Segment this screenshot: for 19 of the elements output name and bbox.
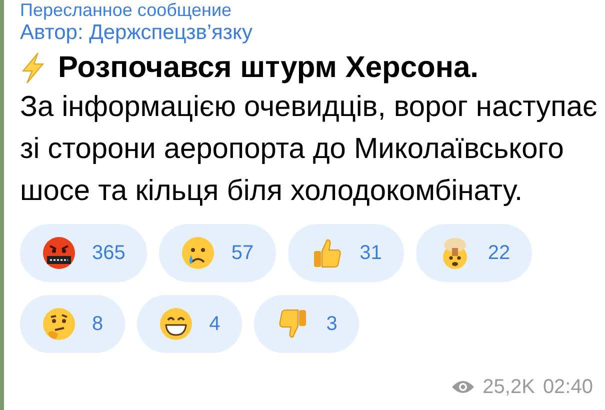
forwarded-label: Пересланное сообщение bbox=[20, 0, 232, 20]
message-title: Розпочався штурм Херсона. bbox=[58, 50, 478, 86]
reaction-chip[interactable]: 31 bbox=[288, 224, 404, 282]
reaction-chip[interactable]: 3 bbox=[254, 295, 360, 353]
thinking-face-icon bbox=[42, 307, 76, 341]
grinning-face-icon bbox=[159, 307, 194, 341]
lightning-icon bbox=[20, 52, 46, 84]
author-link[interactable]: Автор: Держспецзв’язку bbox=[20, 20, 252, 46]
eye-icon bbox=[450, 379, 475, 395]
message-time: 02:40 bbox=[542, 375, 593, 400]
reaction-chip[interactable]: 22 bbox=[416, 224, 532, 282]
reaction-chip[interactable]: 4 bbox=[137, 295, 242, 353]
message-text: За інформацією очевидців, ворог наступає зі сторони аеропорта до Миколаївського шосе та кільця біля холодокомбінату. bbox=[20, 90, 598, 209]
reaction-chip[interactable]: 8 bbox=[20, 295, 126, 353]
reaction-chip[interactable]: 365 bbox=[20, 224, 148, 282]
angry-face-icon bbox=[42, 236, 76, 270]
view-count: 25,2K bbox=[482, 375, 535, 400]
crying-face-icon bbox=[181, 236, 216, 270]
reaction-chip[interactable]: 57 bbox=[159, 224, 276, 282]
